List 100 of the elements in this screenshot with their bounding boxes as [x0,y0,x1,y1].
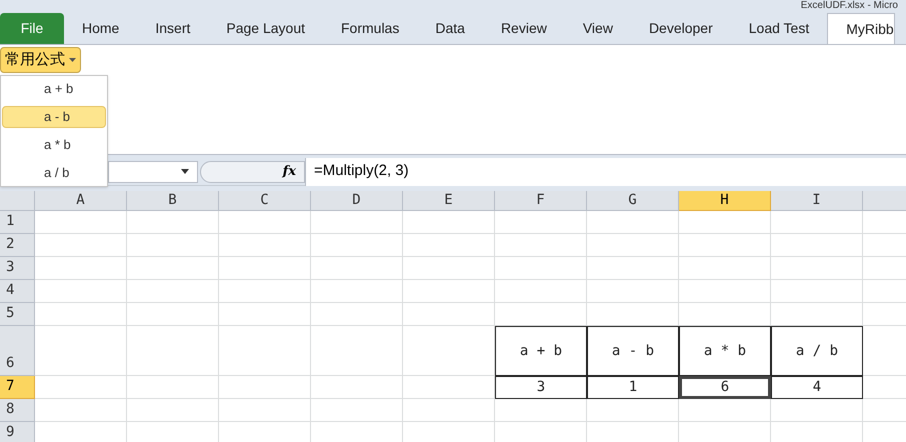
table-cell[interactable]: 6 [679,376,771,399]
row-header[interactable]: 9 [0,422,35,442]
empty-cell[interactable] [403,303,495,326]
ribbon-tab[interactable]: Load Test [730,13,828,44]
row-header[interactable]: 4 [0,280,35,303]
table-cell[interactable]: a + b [495,326,587,376]
menu-item[interactable]: a * b [2,134,106,156]
empty-cell[interactable] [311,326,403,376]
empty-cell[interactable] [771,399,863,422]
empty-cell[interactable] [679,399,771,422]
row-header[interactable]: 7 [0,376,35,399]
empty-cell[interactable] [679,303,771,326]
empty-cell[interactable] [771,234,863,257]
column-header[interactable]: C [219,191,311,211]
empty-cell[interactable] [403,211,495,234]
column-header[interactable]: A [35,191,127,211]
row-header[interactable]: 5 [0,303,35,326]
empty-cell[interactable] [219,234,311,257]
insert-function-button[interactable]: fx [200,160,305,182]
empty-cell[interactable] [311,211,403,234]
empty-cell[interactable] [127,211,219,234]
table-cell[interactable]: 1 [587,376,679,399]
empty-cell[interactable] [771,280,863,303]
column-header[interactable]: B [127,191,219,211]
ribbon-tab[interactable]: View [564,13,631,44]
formulas-dropdown-button[interactable]: 常用公式 [0,47,81,73]
row-header[interactable]: 8 [0,399,35,422]
column-header[interactable]: D [311,191,403,211]
empty-cell[interactable] [219,399,311,422]
empty-cell[interactable] [495,303,587,326]
empty-cell[interactable] [403,399,495,422]
empty-cell[interactable] [403,376,495,399]
empty-cell[interactable] [403,257,495,280]
column-header[interactable] [863,191,906,211]
empty-cell[interactable] [587,257,679,280]
empty-cell[interactable] [679,211,771,234]
select-all-button[interactable] [0,191,35,211]
table-cell[interactable]: a - b [587,326,679,376]
menu-item[interactable]: a - b [2,106,106,128]
empty-cell[interactable] [587,303,679,326]
empty-cell[interactable] [495,234,587,257]
row-header[interactable]: 2 [0,234,35,257]
empty-cell[interactable] [219,326,311,376]
table-cell[interactable]: 4 [771,376,863,399]
menu-item[interactable]: a / b [2,162,106,184]
table-cell[interactable]: 3 [495,376,587,399]
column-header[interactable]: I [771,191,863,211]
column-header[interactable]: H [679,191,771,211]
empty-cell[interactable] [219,376,311,399]
empty-cell[interactable] [127,280,219,303]
empty-cell[interactable] [495,257,587,280]
empty-cell[interactable] [219,211,311,234]
ribbon-tab[interactable]: Page Layout [208,13,323,44]
empty-cell[interactable] [311,376,403,399]
row-header[interactable]: 1 [0,211,35,234]
empty-cell[interactable] [495,280,587,303]
formula-field[interactable]: =Multiply(2, 3) [305,158,906,186]
empty-cell[interactable] [587,211,679,234]
empty-cell[interactable] [587,399,679,422]
empty-cell[interactable] [403,234,495,257]
ribbon-tab[interactable]: Insert [137,13,208,44]
empty-cell[interactable] [771,211,863,234]
empty-cell[interactable] [679,280,771,303]
empty-cell[interactable] [219,257,311,280]
empty-cell[interactable] [403,326,495,376]
ribbon-tab[interactable]: MyRibb [827,13,895,44]
empty-cell[interactable] [311,399,403,422]
ribbon-tab[interactable]: Formulas [323,13,418,44]
column-header[interactable]: E [403,191,495,211]
menu-item[interactable]: a + b [2,78,106,100]
empty-cell[interactable] [587,280,679,303]
empty-cell[interactable] [771,303,863,326]
empty-cell[interactable] [127,303,219,326]
empty-cell[interactable] [311,280,403,303]
ribbon-tab[interactable]: Home [64,13,138,44]
empty-cell[interactable] [679,234,771,257]
table-cell[interactable]: a / b [771,326,863,376]
empty-cell[interactable] [311,234,403,257]
empty-cell[interactable] [403,280,495,303]
empty-cell[interactable] [311,303,403,326]
empty-cell[interactable] [127,234,219,257]
ribbon-tab[interactable]: Review [482,13,565,44]
row-header[interactable]: 6 [0,326,35,376]
empty-cell[interactable] [127,399,219,422]
empty-cell[interactable] [127,257,219,280]
column-header[interactable]: G [587,191,679,211]
name-box[interactable] [108,160,198,182]
empty-cell[interactable] [587,234,679,257]
empty-cell[interactable] [495,399,587,422]
empty-cell[interactable] [771,257,863,280]
empty-cell[interactable] [495,211,587,234]
ribbon-tab[interactable]: File [0,13,64,44]
column-header[interactable]: F [495,191,587,211]
empty-cell[interactable] [127,376,219,399]
ribbon-tab[interactable]: Data [417,13,483,44]
empty-cell[interactable] [311,257,403,280]
ribbon-tab[interactable]: Developer [630,13,731,44]
empty-cell[interactable] [679,257,771,280]
empty-cell[interactable] [219,280,311,303]
empty-cell[interactable] [219,303,311,326]
